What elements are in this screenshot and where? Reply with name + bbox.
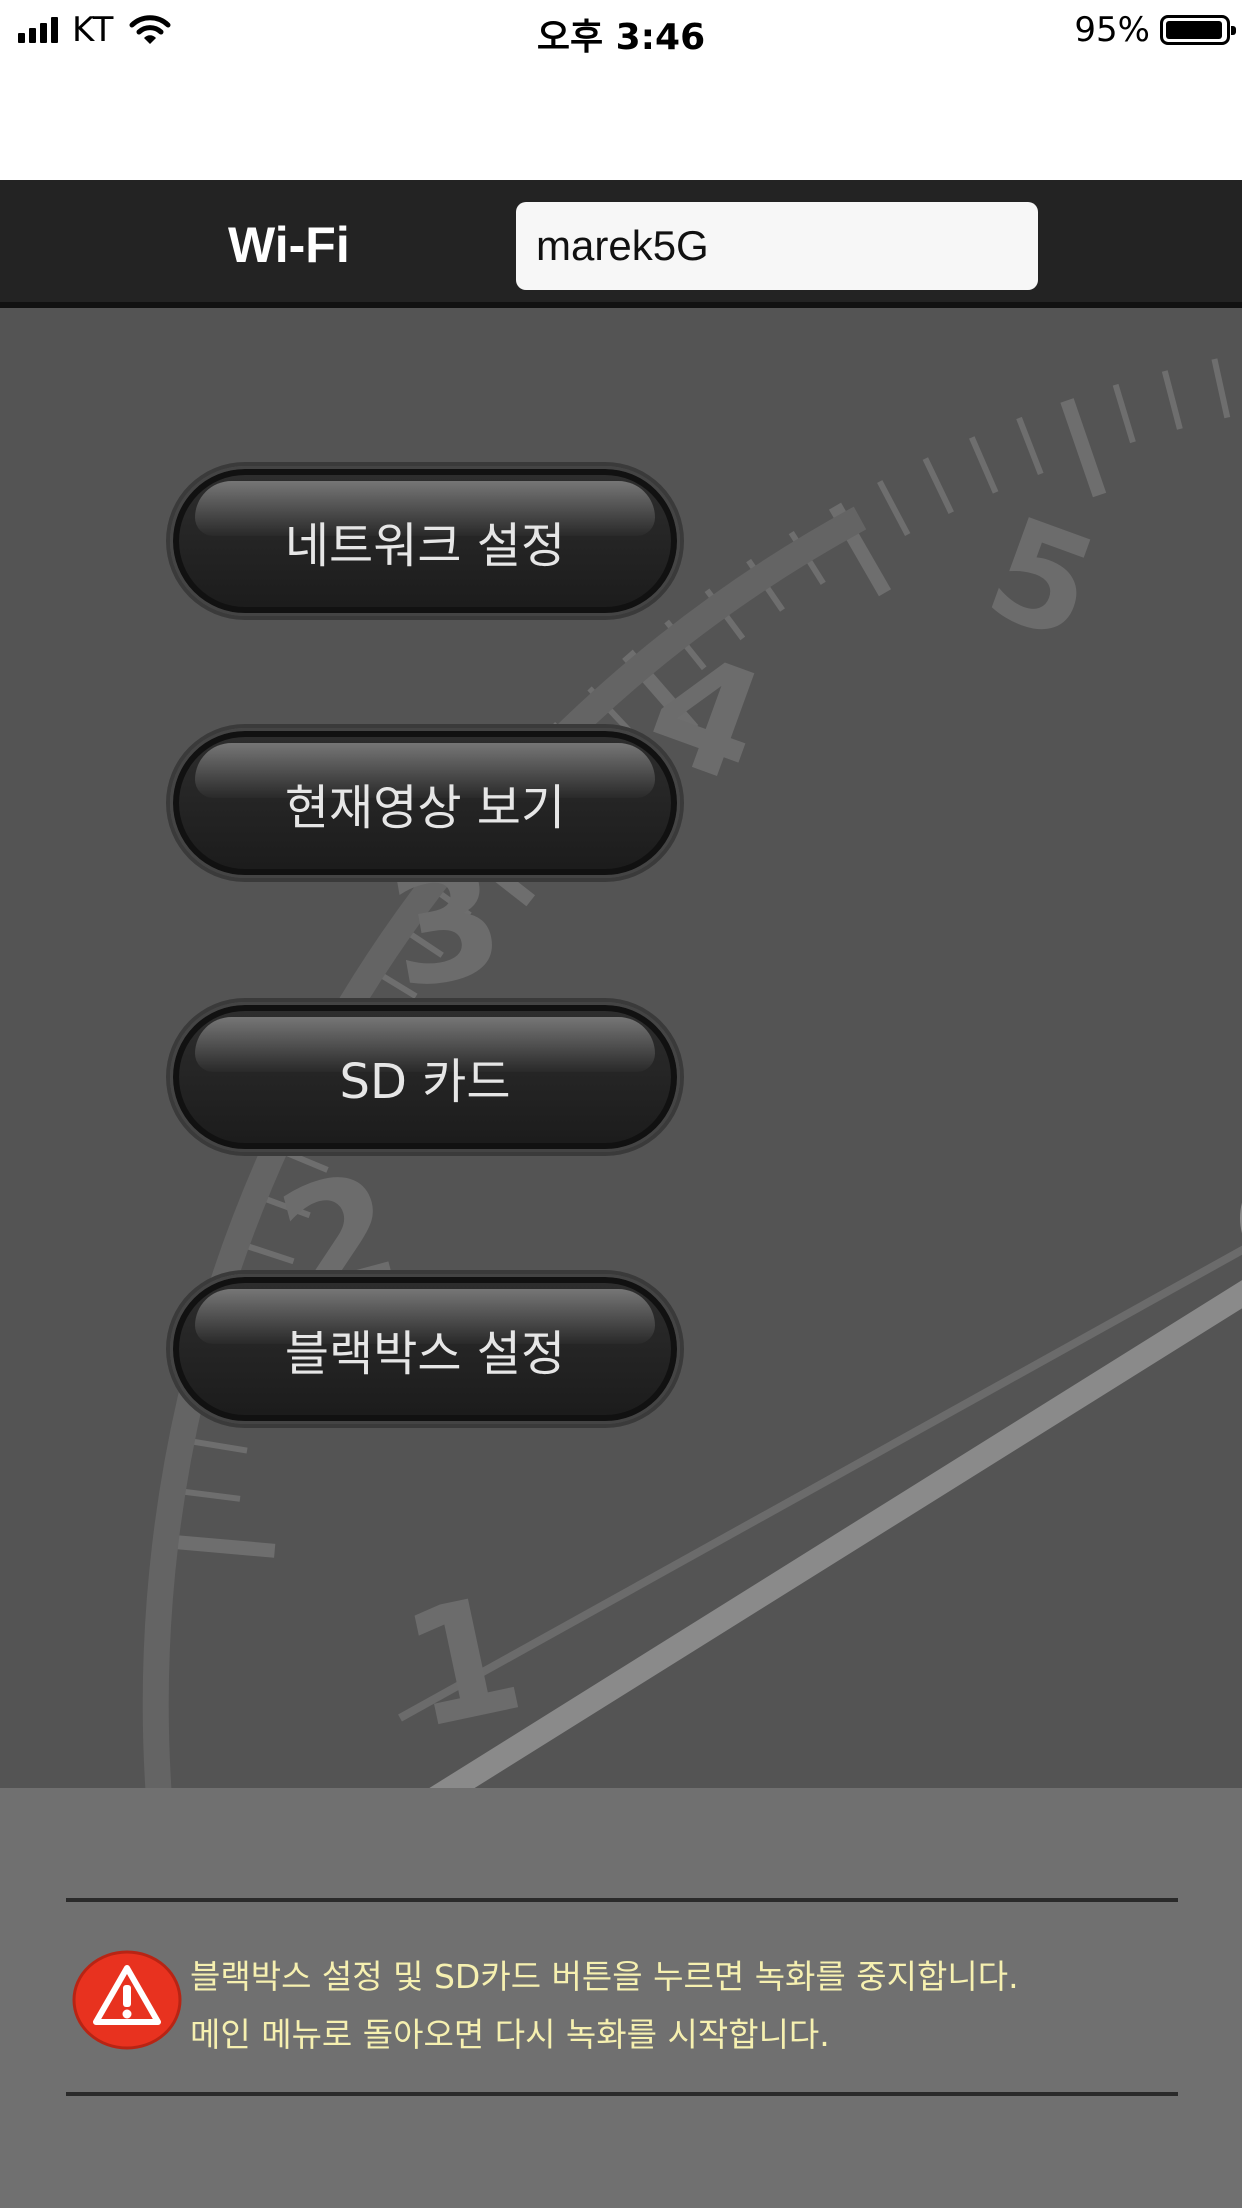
gauge-number-1: 1 (389, 1559, 537, 1765)
sd-card-label: SD 카드 (339, 1054, 511, 1110)
divider-top (66, 1898, 1178, 1902)
warning-icon (72, 1950, 182, 2050)
battery-percent: 95% (1074, 10, 1150, 50)
sd-card-button[interactable]: SD 카드 (170, 1002, 680, 1152)
network-settings-button[interactable]: 네트워크 설정 (170, 466, 680, 616)
blackbox-settings-button[interactable]: 블랙박스 설정 (170, 1274, 680, 1424)
ssid-input[interactable] (516, 202, 1038, 290)
wifi-label: Wi-Fi (228, 217, 350, 273)
notice-line-2: 메인 메뉴로 돌아오면 다시 녹화를 시작합니다. (190, 2015, 830, 2054)
live-view-label: 현재영상 보기 (284, 780, 566, 836)
notice-footer: 블랙박스 설정 및 SD카드 버튼을 누르면 녹화를 중지합니다. 메인 메뉴로… (0, 1788, 1242, 2208)
blackbox-settings-label: 블랙박스 설정 (284, 1326, 566, 1382)
live-view-button[interactable]: 현재영상 보기 (170, 728, 680, 878)
gauge-number-5: 5 (968, 487, 1115, 673)
status-bar: KT 오후 3:46 95% (0, 0, 1242, 62)
main-menu-area: 1 2 3 4 5 네트워크 설정 현재영상 보기 SD 카드 블랙박스 설정 (0, 308, 1242, 1788)
status-right: 95% (1074, 10, 1236, 50)
notice-line-1: 블랙박스 설정 및 SD카드 버튼을 누르면 녹화를 중지합니다. (190, 1957, 1019, 1996)
clock: 오후 3:46 (536, 17, 706, 58)
wifi-header: Wi-Fi (0, 180, 1242, 308)
battery-icon (1160, 15, 1236, 45)
divider-bottom (66, 2092, 1178, 2096)
network-settings-label: 네트워크 설정 (284, 518, 566, 574)
